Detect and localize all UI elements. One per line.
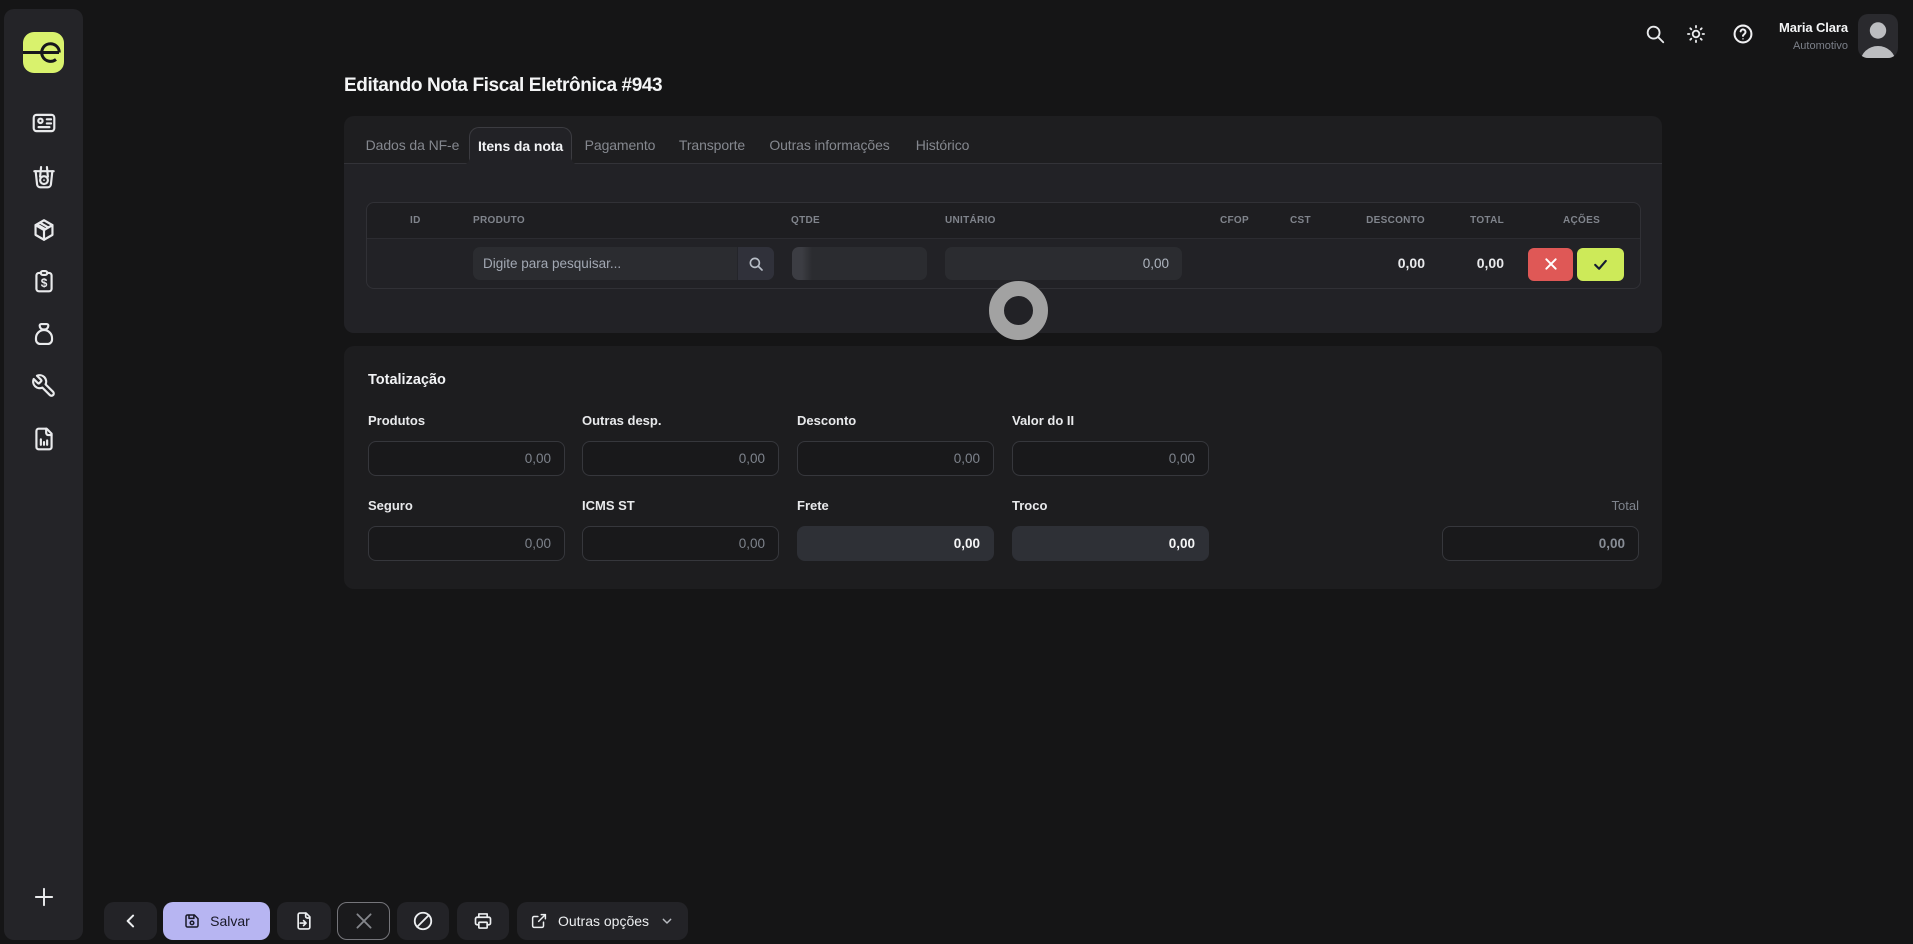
svg-text:$: $	[40, 276, 47, 290]
